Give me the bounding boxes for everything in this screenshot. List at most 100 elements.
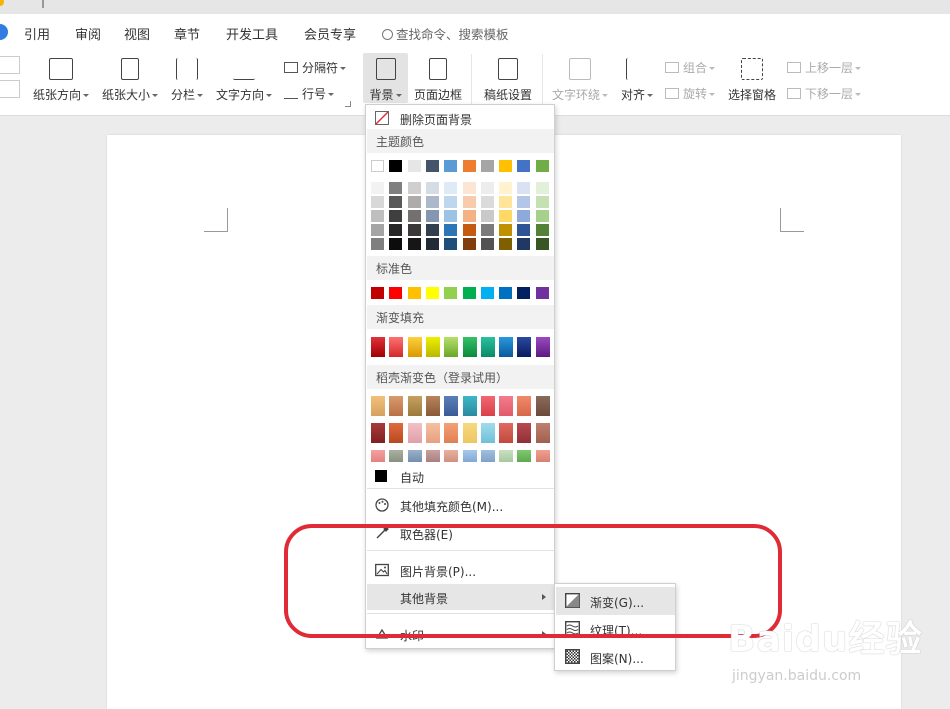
theme-shade-swatch[interactable] — [462, 210, 476, 222]
gradient-swatch[interactable] — [535, 337, 550, 357]
daoke-gradient-swatch[interactable] — [407, 450, 422, 462]
command-search[interactable]: 查找命令、搜索模板 — [382, 24, 509, 43]
daoke-gradient-swatch[interactable] — [389, 423, 404, 443]
daoke-gradient-swatch[interactable] — [407, 396, 422, 416]
gradient-swatch[interactable] — [444, 337, 459, 357]
paper-size-button[interactable]: 纸张大小 — [101, 58, 159, 103]
theme-shade-swatch[interactable] — [480, 182, 494, 194]
group-button[interactable]: 组合 — [665, 59, 716, 76]
theme-shade-swatch[interactable] — [389, 182, 403, 194]
spin-up-button[interactable] — [0, 56, 20, 74]
rotate-button[interactable]: 旋转 — [665, 85, 716, 102]
daoke-gradient-swatch[interactable] — [535, 450, 550, 462]
standard-color-swatch[interactable] — [535, 287, 549, 299]
theme-color-swatch[interactable] — [389, 160, 403, 172]
theme-shade-swatch[interactable] — [462, 224, 476, 236]
daoke-gradient-swatch[interactable] — [389, 450, 404, 462]
daoke-gradient-swatch[interactable] — [444, 423, 459, 443]
daoke-gradient-swatch[interactable] — [535, 423, 550, 443]
daoke-gradient-swatch[interactable] — [499, 396, 514, 416]
theme-color-swatch[interactable] — [517, 160, 531, 172]
standard-color-swatch[interactable] — [407, 287, 421, 299]
daoke-gradient-swatch[interactable] — [444, 396, 459, 416]
theme-shade-swatch[interactable] — [444, 238, 458, 250]
theme-shade-swatch[interactable] — [499, 238, 513, 250]
theme-shade-swatch[interactable] — [444, 182, 458, 194]
theme-shade-swatch[interactable] — [407, 224, 421, 236]
theme-color-swatch[interactable] — [371, 160, 384, 172]
tab-review[interactable]: 审阅 — [75, 24, 101, 43]
standard-color-swatch[interactable] — [480, 287, 494, 299]
theme-shade-swatch[interactable] — [499, 182, 513, 194]
tab-developer[interactable]: 开发工具 — [226, 24, 278, 43]
align-button[interactable]: 对齐 — [617, 58, 657, 103]
theme-shade-swatch[interactable] — [389, 238, 403, 250]
daoke-gradient-swatch[interactable] — [480, 396, 495, 416]
theme-shade-swatch[interactable] — [389, 196, 403, 208]
daoke-gradient-swatch[interactable] — [425, 450, 440, 462]
theme-shade-swatch[interactable] — [535, 238, 549, 250]
daoke-gradient-swatch[interactable] — [462, 450, 477, 462]
theme-shade-swatch[interactable] — [517, 224, 531, 236]
gradient-swatch[interactable] — [425, 337, 440, 357]
theme-color-swatch[interactable] — [425, 160, 439, 172]
daoke-gradient-swatch[interactable] — [371, 450, 385, 462]
standard-color-swatch[interactable] — [425, 287, 439, 299]
theme-shade-swatch[interactable] — [371, 196, 384, 208]
theme-shade-swatch[interactable] — [462, 182, 476, 194]
theme-shade-swatch[interactable] — [535, 224, 549, 236]
theme-shade-swatch[interactable] — [444, 196, 458, 208]
tab-member[interactable]: 会员专享 — [304, 24, 356, 43]
select-pane-button[interactable]: 选择窗格 — [725, 58, 779, 103]
theme-shade-swatch[interactable] — [499, 210, 513, 222]
daoke-gradient-swatch[interactable] — [480, 450, 495, 462]
daoke-gradient-swatch[interactable] — [407, 423, 422, 443]
spin-down-button[interactable] — [0, 80, 20, 98]
daoke-gradient-swatch[interactable] — [462, 396, 477, 416]
separator-button[interactable]: 分隔符 — [284, 59, 347, 76]
theme-shade-swatch[interactable] — [462, 196, 476, 208]
theme-shade-swatch[interactable] — [480, 238, 494, 250]
standard-color-swatch[interactable] — [462, 287, 476, 299]
theme-shade-swatch[interactable] — [425, 196, 439, 208]
wrap-text-button[interactable]: 文字环绕 — [549, 58, 611, 103]
daoke-gradient-swatch[interactable] — [517, 450, 532, 462]
theme-shade-swatch[interactable] — [480, 196, 494, 208]
theme-shade-swatch[interactable] — [371, 224, 384, 236]
theme-shade-swatch[interactable] — [407, 182, 421, 194]
gradient-swatch[interactable] — [371, 337, 385, 357]
delete-background-item[interactable]: 删除页面背景 — [367, 105, 554, 131]
gradient-swatch[interactable] — [517, 337, 532, 357]
theme-shade-swatch[interactable] — [480, 210, 494, 222]
gradient-swatch[interactable] — [389, 337, 404, 357]
orientation-button[interactable]: 纸张方向 — [32, 58, 90, 103]
theme-shade-swatch[interactable] — [407, 238, 421, 250]
columns-button[interactable]: 分栏 — [170, 58, 204, 103]
theme-color-swatch[interactable] — [462, 160, 476, 172]
theme-shade-swatch[interactable] — [480, 224, 494, 236]
more-fill-colors-item[interactable]: 其他填充颜色(M)... — [367, 492, 554, 518]
standard-color-swatch[interactable] — [517, 287, 531, 299]
line-number-button[interactable]: 行号 — [284, 85, 335, 102]
page-border-button[interactable]: 页面边框 — [412, 58, 464, 103]
theme-shade-swatch[interactable] — [444, 224, 458, 236]
theme-color-swatch[interactable] — [444, 160, 458, 172]
theme-shade-swatch[interactable] — [499, 196, 513, 208]
gradient-swatch[interactable] — [480, 337, 495, 357]
theme-shade-swatch[interactable] — [425, 224, 439, 236]
background-button[interactable]: 背景 — [363, 58, 408, 103]
theme-shade-swatch[interactable] — [407, 196, 421, 208]
theme-shade-swatch[interactable] — [371, 238, 384, 250]
daoke-gradient-swatch[interactable] — [371, 396, 385, 416]
text-direction-button[interactable]: 文字方向 — [215, 58, 273, 103]
gradient-swatch[interactable] — [462, 337, 477, 357]
daoke-gradient-swatch[interactable] — [517, 423, 532, 443]
daoke-gradient-swatch[interactable] — [371, 423, 385, 443]
tab-section[interactable]: 章节 — [174, 24, 200, 43]
theme-shade-swatch[interactable] — [371, 182, 384, 194]
theme-shade-swatch[interactable] — [517, 182, 531, 194]
auto-color-item[interactable]: 自动 — [367, 463, 554, 489]
theme-shade-swatch[interactable] — [371, 210, 384, 222]
theme-shade-swatch[interactable] — [535, 182, 549, 194]
daoke-gradient-swatch[interactable] — [425, 396, 440, 416]
